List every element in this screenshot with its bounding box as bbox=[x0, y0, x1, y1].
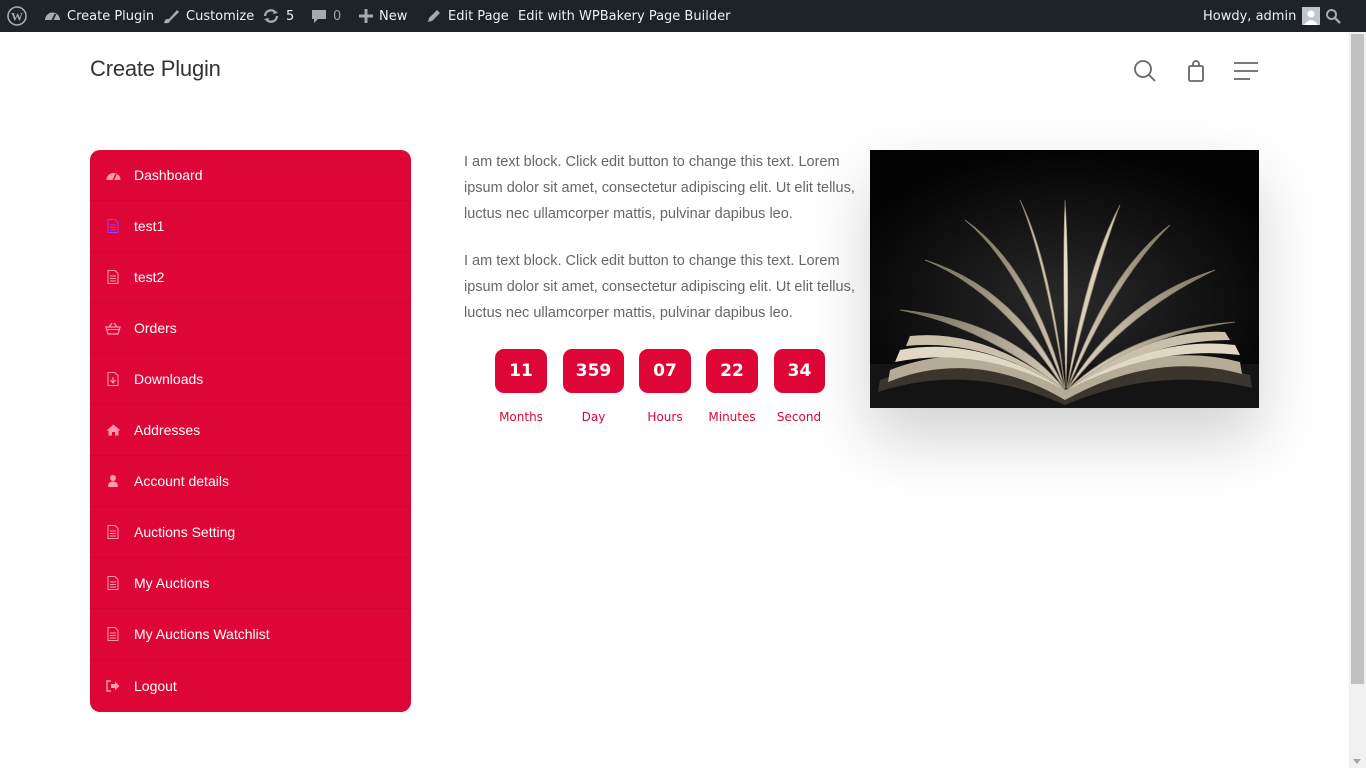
countdown-months-value: 11 bbox=[495, 349, 547, 393]
edit-builder-label: Edit with WPBakery Page Builder bbox=[518, 8, 731, 24]
edit-page-menu[interactable]: Edit Page bbox=[426, 0, 509, 32]
comment-icon bbox=[311, 8, 327, 24]
plus-icon bbox=[359, 9, 373, 23]
dashboard-icon bbox=[44, 8, 61, 24]
nav-label: Account details bbox=[134, 473, 229, 489]
countdown-hours-value: 07 bbox=[639, 349, 691, 393]
menu-hamburger-icon[interactable] bbox=[1233, 60, 1259, 82]
my-account-menu[interactable]: Howdy, admin bbox=[1203, 0, 1321, 32]
site-name-menu[interactable]: Create Plugin bbox=[44, 0, 154, 32]
nav-label: Auctions Setting bbox=[134, 524, 236, 540]
site-title[interactable]: Create Plugin bbox=[90, 56, 221, 82]
countdown-second-value: 34 bbox=[774, 349, 825, 393]
nav-item-downloads[interactable]: Downloads bbox=[90, 354, 411, 405]
nav-label: Orders bbox=[134, 320, 177, 336]
document-icon bbox=[105, 575, 121, 591]
nav-label: My Auctions bbox=[134, 575, 210, 591]
svg-text:W: W bbox=[11, 10, 23, 24]
nav-item-my-auctions[interactable]: My Auctions bbox=[90, 558, 411, 609]
nav-label: Addresses bbox=[134, 422, 201, 438]
scroll-down-arrow-icon[interactable] bbox=[1353, 759, 1361, 764]
page-scrollbar[interactable] bbox=[1349, 32, 1366, 768]
new-label: New bbox=[379, 8, 408, 24]
updates-icon bbox=[262, 8, 280, 24]
admin-bar: W Create Plugin Customize 5 0 New Edit P… bbox=[0, 0, 1366, 32]
basket-icon bbox=[105, 320, 121, 336]
avatar bbox=[1302, 7, 1321, 25]
countdown-minutes-value: 22 bbox=[706, 349, 758, 393]
customize-label: Customize bbox=[186, 8, 255, 24]
account-navigation: Dashboard test1 test2 Orders Downloads A… bbox=[90, 150, 411, 712]
countdown-months-label: Months bbox=[499, 410, 543, 424]
nav-item-orders[interactable]: Orders bbox=[90, 303, 411, 354]
nav-item-dashboard[interactable]: Dashboard bbox=[90, 150, 411, 201]
dashboard-icon bbox=[105, 167, 121, 183]
countdown-hours-label: Hours bbox=[647, 410, 683, 424]
nav-label: Downloads bbox=[134, 371, 204, 387]
wordpress-logo-icon[interactable]: W bbox=[7, 0, 27, 32]
nav-label: Logout bbox=[134, 677, 177, 694]
document-icon bbox=[105, 269, 121, 285]
open-book-image bbox=[870, 150, 1259, 408]
nav-item-account-details[interactable]: Account details bbox=[90, 456, 411, 507]
document-icon bbox=[105, 524, 121, 540]
document-icon bbox=[105, 626, 121, 642]
logout-icon bbox=[105, 678, 121, 694]
nav-item-my-auctions-watchlist[interactable]: My Auctions Watchlist bbox=[90, 609, 411, 660]
nav-label: My Auctions Watchlist bbox=[134, 626, 270, 642]
user-icon bbox=[105, 473, 121, 489]
edit-with-builder-menu[interactable]: Edit with WPBakery Page Builder bbox=[518, 0, 730, 32]
updates-menu[interactable]: 5 bbox=[262, 0, 294, 32]
download-file-icon bbox=[105, 371, 121, 387]
edit-page-label: Edit Page bbox=[448, 8, 509, 24]
search-icon[interactable] bbox=[1132, 58, 1158, 84]
nav-item-auctions-setting[interactable]: Auctions Setting bbox=[90, 507, 411, 558]
site-name-label: Create Plugin bbox=[67, 8, 155, 24]
shopping-bag-icon[interactable] bbox=[1185, 58, 1207, 84]
customize-menu[interactable]: Customize bbox=[162, 0, 254, 32]
paintbrush-icon bbox=[162, 8, 180, 24]
nav-item-test2[interactable]: test2 bbox=[90, 252, 411, 303]
countdown-second-label: Second bbox=[776, 410, 822, 424]
pencil-icon bbox=[426, 8, 442, 24]
nav-item-addresses[interactable]: Addresses bbox=[90, 405, 411, 456]
home-icon bbox=[105, 422, 121, 438]
comments-count: 0 bbox=[333, 8, 342, 24]
nav-label: test1 bbox=[134, 218, 165, 234]
countdown-day-label: Day bbox=[581, 410, 606, 424]
updates-count: 5 bbox=[286, 8, 295, 24]
countdown-day-value: 359 bbox=[563, 349, 624, 393]
nav-item-test1[interactable]: test1 bbox=[90, 201, 411, 252]
howdy-label: Howdy, admin bbox=[1203, 8, 1297, 24]
nav-label: test2 bbox=[134, 269, 165, 285]
document-icon bbox=[105, 218, 121, 234]
nav-item-logout[interactable]: Logout bbox=[90, 660, 411, 711]
nav-label: Dashboard bbox=[134, 167, 203, 183]
text-block-1: I am text block. Click edit button to ch… bbox=[464, 154, 855, 222]
countdown-minutes-label: Minutes bbox=[708, 410, 756, 424]
comments-menu[interactable]: 0 bbox=[311, 0, 341, 32]
new-content-menu[interactable]: New bbox=[359, 0, 407, 32]
admin-search-icon[interactable] bbox=[1325, 0, 1341, 32]
scrollbar-thumb[interactable] bbox=[1351, 34, 1364, 684]
text-block-2: I am text block. Click edit button to ch… bbox=[464, 253, 855, 321]
